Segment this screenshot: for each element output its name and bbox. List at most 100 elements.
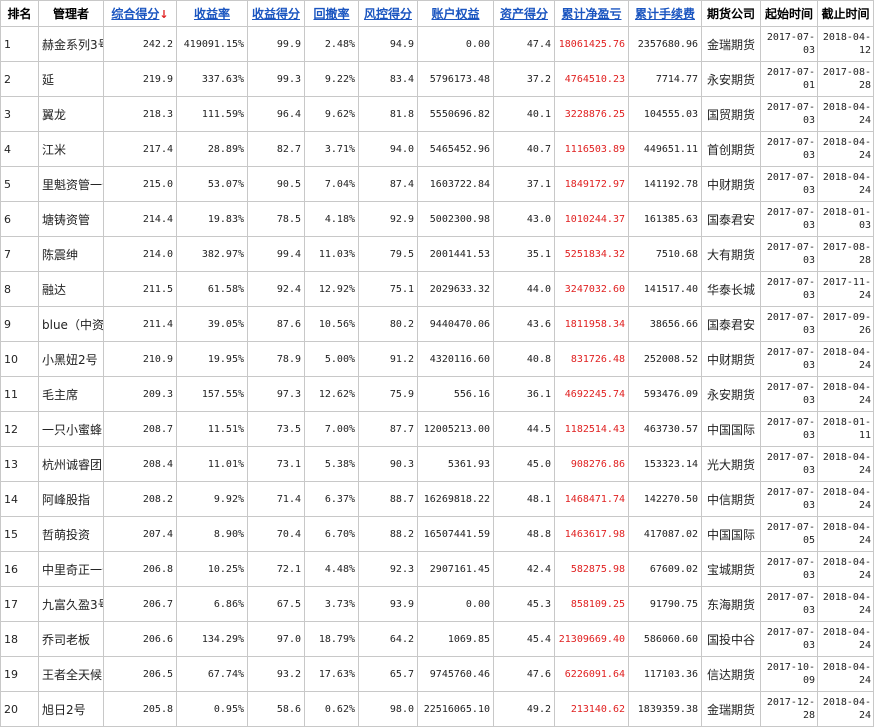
table-row: 19 王者全天候 206.5 67.74% 93.2 17.63% 65.7 9745760.…: [0, 656, 874, 692]
table-cell-net-profit: 4764510.23: [554, 61, 629, 97]
table-row: 17 九富久盈3号 206.7 6.86% 67.5 3.73% 93.9 0.00 45.3 8…: [0, 586, 874, 622]
table-cell-start-date: 2017-07- 05: [760, 516, 818, 552]
table-row: 1 赫金系列3号 242.2 419091.15% 99.9 2.48% 94.9 0.00 4…: [0, 26, 874, 62]
start-date-day: 09: [802, 675, 815, 686]
table-cell-end-date: 2018-04- 24: [817, 166, 874, 202]
table-cell-end-date: 2018-04- 24: [817, 551, 874, 587]
table-cell-drawdown: 5.38%: [304, 446, 359, 482]
table-cell-broker: 国泰君安: [701, 306, 761, 342]
table-cell-return-score: 67.5: [247, 586, 305, 622]
table-cell-rank: 4: [0, 131, 39, 167]
table-cell-end-date: 2018-04- 24: [817, 131, 874, 167]
start-date-day: 03: [802, 570, 815, 581]
table-row: 3 翼龙 218.3 111.59% 96.4 9.62% 81.8 5550696.82 40…: [0, 96, 874, 132]
table-cell-return-rate: 53.07%: [176, 166, 248, 202]
table-cell-return-score: 96.4: [247, 96, 305, 132]
table-cell-rank: 9: [0, 306, 39, 342]
table-cell-fees: 1839359.38: [628, 691, 702, 727]
header-return-score[interactable]: 收益得分: [247, 0, 305, 27]
table-cell-asset-score: 48.8: [493, 516, 555, 552]
table-cell-manager: 一只小蜜蜂: [38, 411, 104, 447]
table-cell-return-rate: 382.97%: [176, 236, 248, 272]
table-cell-risk-score: 91.2: [358, 341, 418, 377]
table-cell-asset-score: 44.5: [493, 411, 555, 447]
table-cell-equity: 1603722.84: [417, 166, 494, 202]
header-risk-score[interactable]: 风控得分: [358, 0, 418, 27]
table-cell-end-date: 2017-08- 28: [817, 61, 874, 97]
table-cell-asset-score: 47.6: [493, 656, 555, 692]
table-cell-rank: 11: [0, 376, 39, 412]
table-cell-broker: 宝城期货: [701, 551, 761, 587]
table-cell-asset-score: 35.1: [493, 236, 555, 272]
table-cell-net-profit: 3228876.25: [554, 96, 629, 132]
header-return-rate[interactable]: 收益率: [176, 0, 248, 27]
table-row: 7 陈震绅 214.0 382.97% 99.4 11.03% 79.5 2001441.53…: [0, 236, 874, 272]
end-date-day: 24: [858, 640, 871, 651]
header-total-score[interactable]: 综合得分↓: [103, 0, 177, 27]
table-cell-broker: 永安期货: [701, 61, 761, 97]
start-date-day: 01: [802, 80, 815, 91]
table-cell-drawdown: 6.37%: [304, 481, 359, 517]
table-cell-drawdown: 4.18%: [304, 201, 359, 237]
table-cell-start-date: 2017-07- 03: [760, 271, 818, 307]
table-cell-manager: 延: [38, 61, 104, 97]
start-date-day: 03: [802, 115, 815, 126]
table-cell-broker: 永安期货: [701, 376, 761, 412]
table-cell-total-score: 211.5: [103, 271, 177, 307]
start-date-year-month: 2017-10-: [766, 662, 815, 673]
table-cell-net-profit: 858109.25: [554, 586, 629, 622]
table-row: 20 旭日2号 205.8 0.95% 58.6 0.62% 98.0 22516065.10…: [0, 691, 874, 727]
table-cell-fees: 2357680.96: [628, 26, 702, 62]
table-cell-end-date: 2018-04- 24: [817, 481, 874, 517]
table-cell-broker: 金瑞期货: [701, 691, 761, 727]
header-asset-score[interactable]: 资产得分: [493, 0, 555, 27]
table-cell-drawdown: 18.79%: [304, 621, 359, 657]
table-cell-manager: 旭日2号: [38, 691, 104, 727]
end-date-year-month: 2018-04-: [822, 347, 871, 358]
end-date-day: 24: [858, 185, 871, 196]
table-cell-rank: 15: [0, 516, 39, 552]
table-cell-net-profit: 582875.98: [554, 551, 629, 587]
table-cell-broker: 中国国际: [701, 411, 761, 447]
start-date-year-month: 2017-07-: [766, 557, 815, 568]
table-cell-net-profit: 1463617.98: [554, 516, 629, 552]
table-cell-drawdown: 9.22%: [304, 61, 359, 97]
start-date-year-month: 2017-12-: [766, 697, 815, 708]
header-row: 排名 管理者 综合得分↓ 收益率 收益得分 回撤率 风控得分 账户权益 资产得分…: [0, 0, 874, 27]
end-date-year-month: 2017-08-: [822, 67, 871, 78]
end-date-day: 24: [858, 710, 871, 721]
table-cell-start-date: 2017-07- 03: [760, 621, 818, 657]
sort-desc-icon: ↓: [159, 8, 169, 21]
table-cell-asset-score: 47.4: [493, 26, 555, 62]
end-date-year-month: 2018-04-: [822, 522, 871, 533]
table-row: 15 哲萌投资 207.4 8.90% 70.4 6.70% 88.2 16507441.59…: [0, 516, 874, 552]
table-cell-manager: 杭州诚睿团: [38, 446, 104, 482]
table-cell-drawdown: 7.04%: [304, 166, 359, 202]
table-cell-risk-score: 94.9: [358, 26, 418, 62]
table-cell-risk-score: 81.8: [358, 96, 418, 132]
header-drawdown[interactable]: 回撤率: [304, 0, 359, 27]
table-cell-total-score: 215.0: [103, 166, 177, 202]
table-cell-broker: 金瑞期货: [701, 26, 761, 62]
header-fees[interactable]: 累计手续费: [628, 0, 702, 27]
table-cell-broker: 国贸期货: [701, 96, 761, 132]
table-cell-return-score: 99.9: [247, 26, 305, 62]
table-cell-start-date: 2017-07- 03: [760, 481, 818, 517]
table-cell-broker: 中财期货: [701, 341, 761, 377]
table-cell-risk-score: 92.3: [358, 551, 418, 587]
table-cell-return-score: 73.1: [247, 446, 305, 482]
table-cell-total-score: 206.7: [103, 586, 177, 622]
table-cell-equity: 5550696.82: [417, 96, 494, 132]
table-cell-broker: 中国国际: [701, 516, 761, 552]
table-cell-manager: blue（中资: [38, 306, 104, 342]
table-cell-equity: 556.16: [417, 376, 494, 412]
table-cell-broker: 华泰长城: [701, 271, 761, 307]
table-cell-total-score: 206.6: [103, 621, 177, 657]
header-equity[interactable]: 账户权益: [417, 0, 494, 27]
end-date-year-month: 2018-04-: [822, 592, 871, 603]
end-date-day: 24: [858, 395, 871, 406]
header-net-profit[interactable]: 累计净盈亏: [554, 0, 629, 27]
start-date-year-month: 2017-07-: [766, 277, 815, 288]
table-cell-return-rate: 8.90%: [176, 516, 248, 552]
table-cell-drawdown: 2.48%: [304, 26, 359, 62]
